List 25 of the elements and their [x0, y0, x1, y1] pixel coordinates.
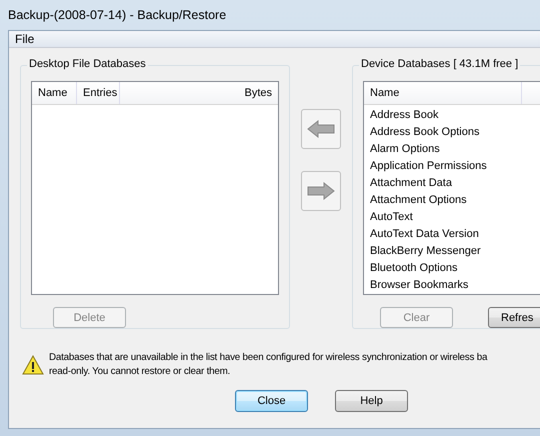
- list-item[interactable]: Application Permissions: [364, 158, 540, 175]
- warning-icon: [22, 355, 44, 375]
- right-arrow-icon: [307, 182, 335, 200]
- window-title: Backup-(2008-07-14) - Backup/Restore: [8, 8, 226, 22]
- list-item[interactable]: Bluetooth Options: [364, 260, 540, 277]
- notice-text: Databases that are unavailable in the list have been configured for wireless synchronization or wireless ba read-only. You cannot restore or clear them.: [49, 351, 488, 379]
- list-item[interactable]: Attachment Data: [364, 175, 540, 192]
- column-header[interactable]: Bytes: [120, 82, 278, 104]
- column-header[interactable]: Name: [32, 82, 77, 104]
- list-item[interactable]: AutoText: [364, 209, 540, 226]
- list-item[interactable]: Address Book: [364, 107, 540, 124]
- list-item[interactable]: BlackBerry Messenger: [364, 243, 540, 260]
- column-header[interactable]: Entries: [77, 82, 120, 104]
- group-title: Desktop File Databases: [27, 58, 148, 70]
- menu-item[interactable]: File: [15, 32, 34, 46]
- refresh-button[interactable]: Refres: [488, 307, 540, 328]
- list-item[interactable]: Address Book Options: [364, 124, 540, 141]
- group-title: Device Databases [ 43.1M free ]: [359, 58, 520, 70]
- list-item[interactable]: AutoText Data Version: [364, 226, 540, 243]
- list-item[interactable]: Attachment Options: [364, 192, 540, 209]
- left-arrow-icon: [307, 120, 335, 138]
- list-item[interactable]: Alarm Options: [364, 141, 540, 158]
- dialog-button[interactable]: Close: [235, 390, 308, 412]
- dialog-button[interactable]: Help: [335, 390, 408, 412]
- list-item[interactable]: Browser Bookmarks: [364, 277, 540, 294]
